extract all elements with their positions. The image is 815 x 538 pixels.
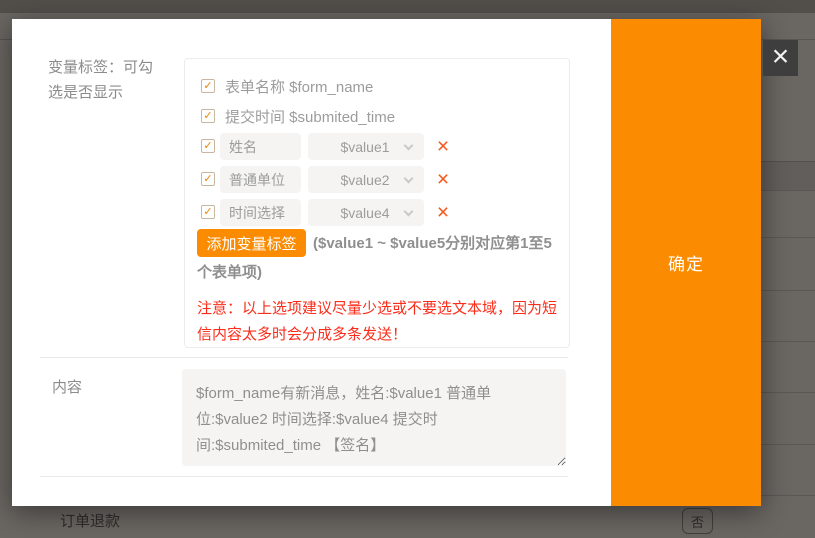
field-name-input[interactable]: 普通单位	[220, 166, 301, 193]
fixed-option-row: ✓ 提交时间 $submited_time	[201, 108, 395, 124]
value-select[interactable]: $value2	[308, 166, 424, 193]
form-name-checkbox[interactable]: ✓	[201, 79, 215, 93]
fixed-option-row: ✓ 表单名称 $form_name	[201, 78, 373, 94]
add-variable-button[interactable]: 添加变量标签	[197, 229, 306, 257]
variable-row-checkbox[interactable]: ✓	[201, 139, 215, 153]
add-variable-row: 添加变量标签 ($value1 ~ $value5分别对应第1至5个表单项)	[197, 229, 565, 287]
close-icon: ×	[772, 42, 790, 72]
field-name-input[interactable]: 时间选择	[220, 199, 301, 226]
dimmed-table-header-band	[761, 161, 815, 190]
dimmed-table-row-line	[761, 341, 815, 342]
check-icon: ✓	[203, 81, 212, 92]
dimmed-table-row-line	[761, 237, 815, 238]
remove-row-icon[interactable]: ×	[433, 200, 453, 225]
check-icon: ✓	[203, 207, 212, 218]
background-no-button[interactable]: 否	[682, 508, 713, 534]
value-select[interactable]: $value4	[308, 199, 424, 226]
check-icon: ✓	[203, 111, 212, 122]
variable-options-box: ✓ 表单名称 $form_name ✓ 提交时间 $submited_time …	[184, 58, 570, 348]
value-select[interactable]: $value1	[308, 133, 424, 160]
sms-variable-dialog: 变量标签：可勾选是否显示 ✓ 表单名称 $form_name ✓ 提交时间 $s…	[12, 19, 761, 506]
fixed-option-label: 提交时间 $submited_time	[225, 106, 395, 127]
dimmed-page-header	[0, 0, 815, 13]
value-select-text: $value1	[340, 139, 389, 155]
variable-section-label: 变量标签：可勾选是否显示	[48, 55, 162, 105]
background-row-label: 订单退款	[60, 510, 120, 531]
fixed-option-label: 表单名称 $form_name	[225, 76, 373, 97]
chevron-down-icon	[404, 207, 414, 217]
check-icon: ✓	[203, 141, 212, 152]
field-name-input[interactable]: 姓名	[220, 133, 301, 160]
variable-row-checkbox[interactable]: ✓	[201, 205, 215, 219]
dimmed-table-row-line	[761, 495, 815, 496]
variable-mapping-row: ✓ 姓名 $value1 ×	[201, 133, 215, 160]
sms-length-warning: 注意：以上选项建议尽量少选或不要选文本域，因为短信内容太多时会分成多条发送！	[197, 296, 559, 348]
dimmed-table-row-line	[761, 290, 815, 291]
remove-row-icon[interactable]: ×	[433, 134, 453, 159]
no-button-label: 否	[691, 512, 704, 531]
section-divider	[40, 357, 568, 358]
confirm-button-label: 确定	[668, 250, 704, 275]
dimmed-table-row-line	[761, 190, 815, 191]
content-section-label: 内容	[52, 375, 82, 400]
value-select-text: $value2	[340, 172, 389, 188]
chevron-down-icon	[404, 141, 414, 151]
check-icon: ✓	[203, 174, 212, 185]
section-divider	[40, 476, 568, 477]
variable-row-checkbox[interactable]: ✓	[201, 172, 215, 186]
submit-time-checkbox[interactable]: ✓	[201, 109, 215, 123]
variable-mapping-row: ✓ 普通单位 $value2 ×	[201, 166, 215, 193]
confirm-button[interactable]: 确定	[611, 19, 761, 506]
remove-row-icon[interactable]: ×	[433, 167, 453, 192]
sms-content-textarea[interactable]: $form_name有新消息，姓名:$value1 普通单位:$value2 时…	[182, 369, 566, 466]
dimmed-table-row-line	[761, 392, 815, 393]
variable-mapping-row: ✓ 时间选择 $value4 ×	[201, 199, 215, 226]
chevron-down-icon	[404, 174, 414, 184]
dimmed-table-row-line	[761, 161, 815, 162]
screen: 订单退款 否 变量标签：可勾选是否显示 ✓ 表单名称 $form_name ✓ …	[0, 0, 815, 538]
value-select-text: $value4	[340, 205, 389, 221]
dimmed-table-row-line	[761, 444, 815, 445]
close-button[interactable]: ×	[763, 40, 798, 76]
